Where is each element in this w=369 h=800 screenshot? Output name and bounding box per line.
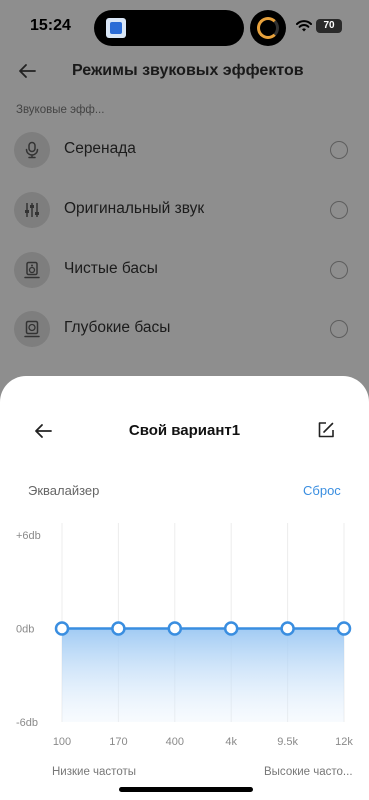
db-tick-label: 0db bbox=[16, 624, 34, 636]
equalizer-area bbox=[62, 628, 344, 722]
frequency-tick-label: 12k bbox=[335, 736, 353, 748]
db-tick-label: -6db bbox=[16, 717, 38, 729]
band-handle[interactable] bbox=[167, 621, 183, 636]
band-handle[interactable] bbox=[280, 621, 295, 636]
band-handle[interactable] bbox=[54, 621, 70, 636]
db-tick-label: +6db bbox=[16, 530, 41, 542]
equalizer-chart[interactable]: +6db 0db -6db 100 170 400 4k 9.5k 12k bbox=[0, 0, 369, 800]
frequency-tick-label: 400 bbox=[166, 736, 184, 748]
band-handle[interactable] bbox=[111, 621, 126, 636]
home-indicator[interactable] bbox=[119, 787, 253, 792]
frequency-tick-label: 4k bbox=[225, 736, 237, 748]
frequency-tick-label: 170 bbox=[109, 736, 127, 748]
band-handle[interactable] bbox=[223, 621, 239, 636]
low-frequencies-label: Низкие частоты bbox=[52, 766, 136, 778]
frequency-tick-label: 100 bbox=[53, 736, 71, 748]
frequency-tick-label: 9.5k bbox=[277, 736, 298, 748]
band-handle[interactable] bbox=[336, 621, 352, 636]
high-frequencies-label: Высокие часто... bbox=[264, 766, 353, 778]
